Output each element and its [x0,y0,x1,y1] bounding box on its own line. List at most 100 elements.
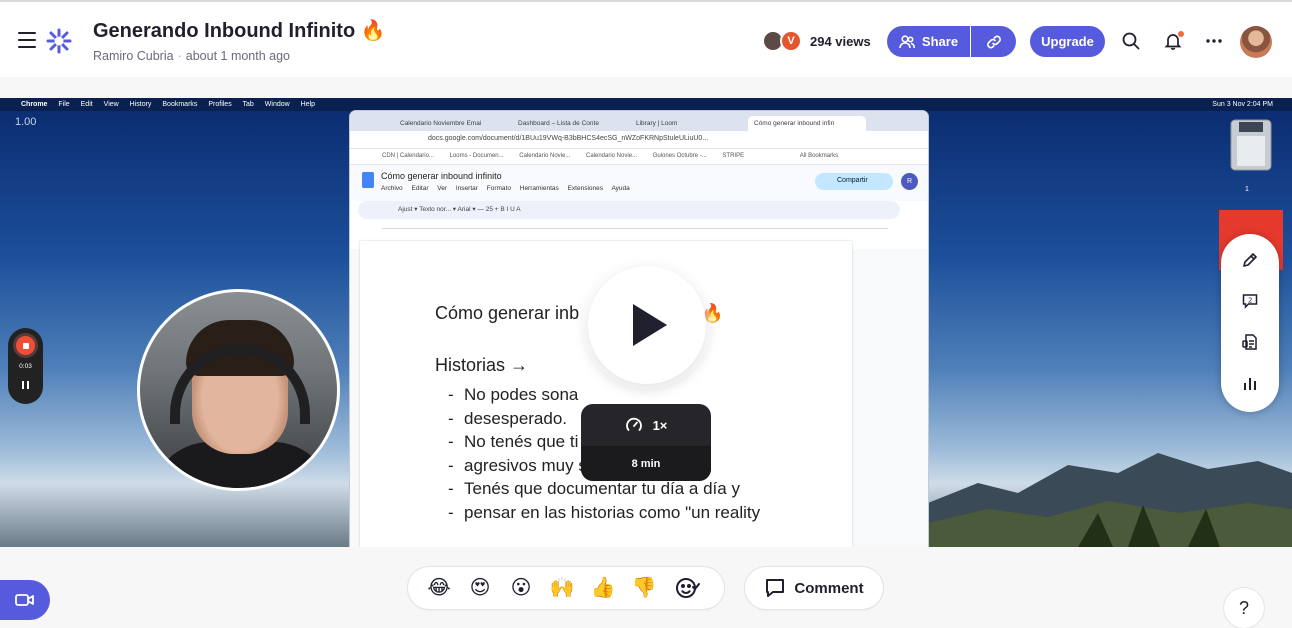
svg-text:2: 2 [1248,297,1252,305]
upgrade-button[interactable]: Upgrade [1030,26,1105,57]
video-meta: Ramiro Cubria · about 1 month ago [93,49,290,63]
video-duration: 8 min [581,446,711,481]
video-player[interactable]: Chrome File Edit View History Bookmarks … [0,98,1292,547]
bookmark: CDN | Calendario... [382,153,434,159]
add-reaction-icon[interactable] [674,575,700,601]
doc-menu-item: Extensiones [567,185,603,192]
reaction-thumbs-down[interactable]: 👎 [631,575,657,601]
meta-separator: · [177,49,182,63]
video-side-toolbar: 2 [1221,234,1279,412]
reaction-surprised[interactable]: 😮 [508,575,534,601]
copy-link-button[interactable] [971,26,1016,57]
doc-menu-item: Archivo [381,185,403,192]
doc-bullet-continuation: pensar en las historias como "un reality [448,501,788,525]
mac-menu-item: Window [264,101,290,108]
browser-url-bar: docs.google.com/document/d/1BUu19VWq-B3b… [350,131,928,149]
viewer-avatar: V [780,30,802,52]
doc-menu-item: Herramientas [519,185,559,192]
transcript-icon[interactable] [1238,330,1262,354]
reaction-thumbs-up[interactable]: 👍 [590,575,616,601]
mac-menu-item: History [129,101,152,108]
docs-header: Cómo generar inbound infinito Archivo Ed… [350,165,928,201]
help-button[interactable]: ? [1224,588,1264,628]
mac-clock: Sun 3 Nov 2:04 PM [1212,101,1273,108]
stop-recording-icon [13,333,38,358]
doc-toolbar: Ajust ▾ Texto nor... ▾ Arial ▾ — 25 + B … [358,201,900,219]
camera-bubble [137,289,340,491]
mac-menu-bar: Chrome File Edit View History Bookmarks … [0,98,1292,111]
recording-time: 0:03 [19,363,32,370]
doc-ruler [382,219,888,229]
browser-tab-strip: Calendario Noviembre Emai Dashboard – Li… [350,111,928,131]
playback-speed-button[interactable]: 1× [581,404,711,446]
mac-menu-item: Help [300,101,316,108]
doc-section-title: Historias → [435,355,529,375]
doc-menu-bar: Archivo Editar Ver Insertar Formato Herr… [381,185,637,192]
mac-menu-item: File [58,101,70,108]
doc-menu-item: Formato [486,185,511,192]
playback-speed-box[interactable]: 1× 8 min [581,404,711,481]
video-title: Generando Inbound Infinito 🔥 [93,20,386,42]
doc-menu-item: Insertar [455,185,478,192]
doc-bullet: No podes sona [448,383,788,407]
loom-logo-icon[interactable] [46,28,72,54]
pencil-icon[interactable] [1238,248,1262,272]
google-docs-icon [362,172,374,188]
share-button[interactable]: Share [887,26,970,57]
users-icon [899,34,915,48]
top-header: Generando Inbound Infinito 🔥 Ramiro Cubr… [0,0,1292,77]
notification-dot [1178,31,1184,37]
more-options-icon[interactable] [1203,30,1225,52]
notifications-bell-icon[interactable] [1162,30,1184,52]
doc-share-button: Compartir [815,173,893,190]
bookmark: Calendario Novie... [519,153,571,159]
bookmark: Calendario Novie... [586,153,638,159]
analytics-chart-icon[interactable] [1238,371,1262,395]
link-icon [986,35,1001,48]
reactions-bar: 😂 😍 😮 🙌 👍 👎 [408,567,724,609]
comment-button[interactable]: Comment [745,567,883,609]
mac-menu-item: Edit [80,101,93,108]
playback-rate-tag: 1.00 [15,116,37,128]
author-name[interactable]: Ramiro Cubria [93,49,174,63]
doc-bullet-text: desesperado. [464,408,568,428]
browser-tab: Library | Loom [636,120,678,127]
bookmark: STRIPE [722,153,745,159]
doc-side-panel [895,249,928,547]
bookmark: Guiones Octubre -... [652,153,707,159]
browser-tab-active: Cómo generar inbound infin [748,116,866,131]
mac-menu-item: View [103,101,119,108]
mac-menu-item: Bookmarks [162,101,198,108]
user-avatar[interactable] [1240,26,1272,58]
mac-menu-item: Tab [242,101,254,108]
browser-bookmarks-bar: CDN | Calendario... Looms - Documen... C… [350,149,928,165]
video-camera-icon [15,594,34,606]
playback-speed-value: 1× [652,417,668,433]
sd-card-count: 1 [1245,186,1249,193]
viewer-avatars[interactable]: V [750,30,806,54]
mountains-background [928,453,1292,547]
sd-card-icon [1230,119,1272,171]
chapters-comment-icon[interactable]: 2 [1238,289,1262,313]
doc-menu-item: Editar [411,185,429,192]
view-count[interactable]: 294 views [810,34,871,49]
browser-tab: Calendario Noviembre Emai [400,120,482,127]
bookmark: Looms - Documen... [449,153,504,159]
upload-date: about 1 month ago [185,49,291,63]
speedometer-icon [625,417,642,431]
record-video-button[interactable] [0,580,50,620]
reaction-raised-hands[interactable]: 🙌 [549,575,575,601]
share-label: Share [921,34,959,49]
mac-menu-item: Chrome [21,101,48,108]
comment-icon [766,579,785,597]
mac-menu-item: Profiles [208,101,232,108]
play-button-icon[interactable] [588,266,706,384]
hamburger-menu-icon[interactable] [18,32,36,48]
bookmark: All Bookmarks [799,153,839,159]
doc-title: Cómo generar inbound infinito [381,171,502,181]
comment-label: Comment [794,579,864,597]
reaction-heart-eyes[interactable]: 😍 [467,575,493,601]
doc-menu-item: Ayuda [611,185,630,192]
reaction-laugh[interactable]: 😂 [426,575,452,601]
search-icon[interactable] [1120,30,1142,52]
